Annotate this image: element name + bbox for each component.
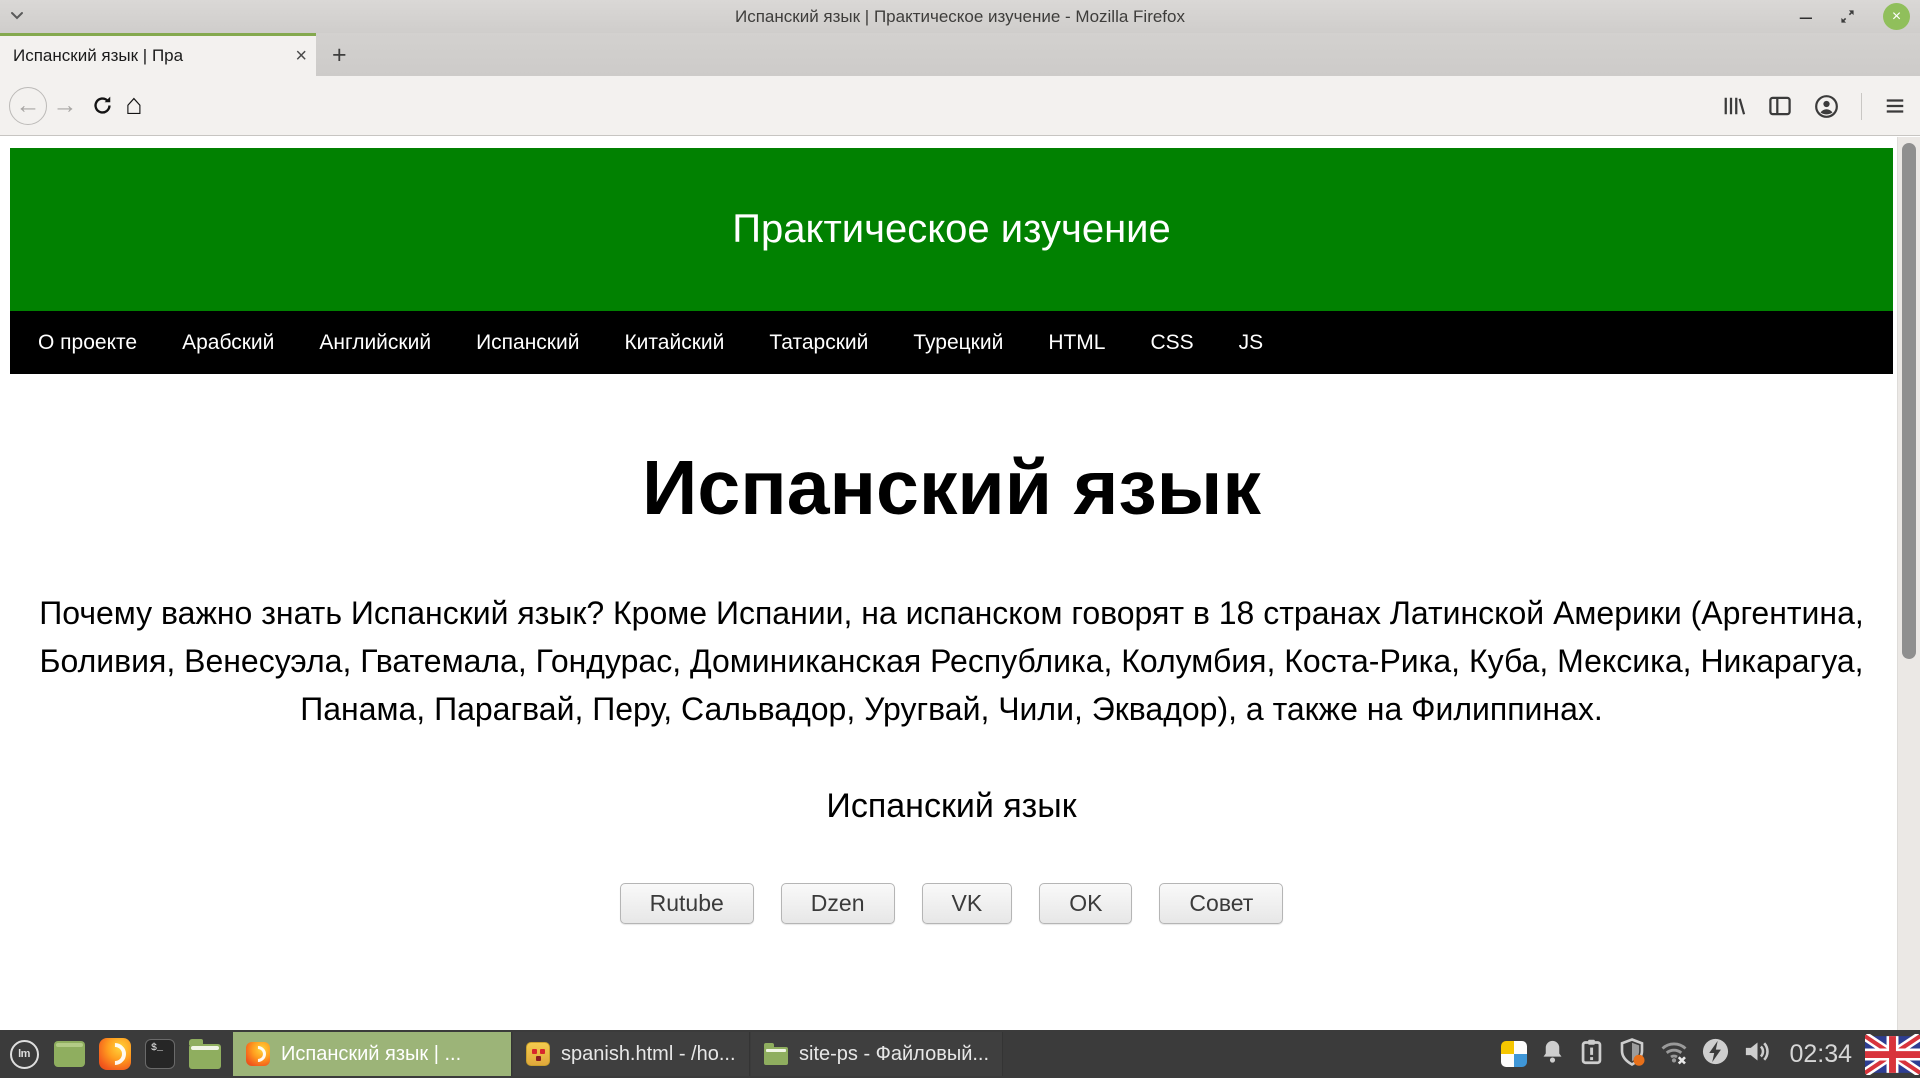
web-page: Практическое изучение О проекте Арабский… [10, 148, 1893, 924]
nav-item-kitayskiy[interactable]: Китайский [624, 331, 724, 355]
nav-item-js[interactable]: JS [1239, 331, 1264, 355]
window-title: Испанский язык | Практическое изучение -… [735, 7, 1185, 27]
clock[interactable]: 02:34 [1789, 1040, 1852, 1069]
nav-item-turetskiy[interactable]: Турецкий [913, 331, 1003, 355]
workspace-switcher-icon[interactable] [1501, 1041, 1527, 1067]
screen: Испанский язык | Практическое изучение -… [0, 0, 1920, 1078]
page-banner: Практическое изучение [10, 148, 1893, 311]
task-label: site-ps - Файловый... [799, 1043, 989, 1066]
task-file-manager-window[interactable]: site-ps - Файловый... [751, 1032, 1003, 1076]
sidebar-icon[interactable] [1768, 94, 1792, 118]
new-tab-button[interactable]: + [332, 41, 347, 70]
nav-item-arabskiy[interactable]: Арабский [182, 331, 274, 355]
tab-close-icon[interactable]: × [295, 45, 307, 68]
files-launcher-icon[interactable] [189, 1044, 221, 1069]
navigation-toolbar: ← → ⌂ i file:///home/user/Рабочий стол/s… [0, 76, 1920, 136]
hamburger-menu-icon[interactable] [1884, 95, 1906, 117]
scrollbar[interactable] [1897, 137, 1920, 1030]
reload-button[interactable] [92, 95, 113, 116]
page-paragraph: Почему важно знать Испанский язык? Кроме… [27, 589, 1877, 733]
firefox-launcher-icon[interactable] [99, 1038, 131, 1070]
forward-button[interactable]: → [50, 87, 80, 125]
scrollbar-thumb[interactable] [1902, 143, 1916, 659]
page-nav: О проекте Арабский Английский Испанский … [10, 311, 1893, 374]
banner-title: Практическое изучение [732, 207, 1171, 252]
dzen-button[interactable]: Dzen [781, 883, 895, 924]
library-icon[interactable] [1722, 94, 1746, 118]
keyboard-layout-flag-icon[interactable] [1865, 1034, 1920, 1075]
firefox-icon [246, 1042, 270, 1066]
wifi-disconnected-icon[interactable] [1659, 1037, 1689, 1072]
ok-button[interactable]: OK [1039, 883, 1132, 924]
nav-item-tatarskiy[interactable]: Татарский [769, 331, 868, 355]
rutube-button[interactable]: Rutube [620, 883, 754, 924]
account-icon[interactable] [1814, 94, 1839, 119]
vk-button[interactable]: VK [922, 883, 1013, 924]
mint-menu-button[interactable]: lm [0, 1030, 48, 1078]
nav-item-css[interactable]: CSS [1150, 331, 1193, 355]
toolbar-right-icons [1722, 76, 1906, 136]
back-button[interactable]: ← [9, 87, 47, 125]
reports-clipboard-icon[interactable] [1578, 1038, 1605, 1070]
social-buttons: Rutube Dzen VK OK Совет [10, 883, 1893, 924]
toolbar-separator [1861, 93, 1862, 120]
home-button[interactable]: ⌂ [125, 89, 143, 122]
sovet-button[interactable]: Совет [1159, 883, 1283, 924]
tab-title: Испанский язык | Пра [13, 46, 291, 66]
terminal-launcher-icon[interactable]: $_ [145, 1039, 175, 1069]
task-label: spanish.html - /ho... [561, 1043, 736, 1066]
show-desktop-icon[interactable] [54, 1041, 85, 1067]
window-titlebar: Испанский язык | Практическое изучение -… [0, 0, 1920, 33]
nav-item-html[interactable]: HTML [1048, 331, 1105, 355]
task-text-editor-window[interactable]: spanish.html - /ho... [513, 1032, 750, 1076]
minimize-button[interactable]: – [1800, 8, 1812, 26]
update-shield-icon[interactable] [1617, 1037, 1647, 1072]
system-tray: 02:34 [1501, 1034, 1920, 1075]
tab-bar: Испанский язык | Пра × + [0, 33, 1920, 76]
volume-icon[interactable] [1742, 1036, 1773, 1072]
page-subheading: Испанский язык [10, 787, 1893, 826]
text-editor-icon [526, 1042, 550, 1066]
notifications-bell-icon[interactable] [1539, 1038, 1566, 1070]
taskbar: lm $_ Испанский язык | ... spanish.html … [0, 1030, 1920, 1078]
maximize-button[interactable] [1840, 9, 1855, 24]
mint-logo-icon: lm [10, 1040, 39, 1069]
tab-spanish[interactable]: Испанский язык | Пра × [0, 33, 316, 76]
page-heading: Испанский язык [10, 448, 1893, 529]
quick-launchers: $_ [54, 1038, 221, 1070]
folder-icon [764, 1047, 788, 1065]
browser-viewport: Практическое изучение О проекте Арабский… [0, 137, 1920, 1030]
power-manager-icon[interactable] [1701, 1037, 1730, 1071]
nav-item-o-proekte[interactable]: О проекте [38, 331, 137, 355]
task-firefox-window[interactable]: Испанский язык | ... [233, 1032, 512, 1076]
window-controls: – × [1800, 0, 1910, 33]
nav-item-ispanskiy[interactable]: Испанский [476, 331, 579, 355]
chevron-down-icon[interactable] [10, 7, 24, 25]
nav-item-angliyskiy[interactable]: Английский [319, 331, 431, 355]
close-button[interactable]: × [1883, 3, 1910, 30]
task-label: Испанский язык | ... [281, 1043, 461, 1066]
